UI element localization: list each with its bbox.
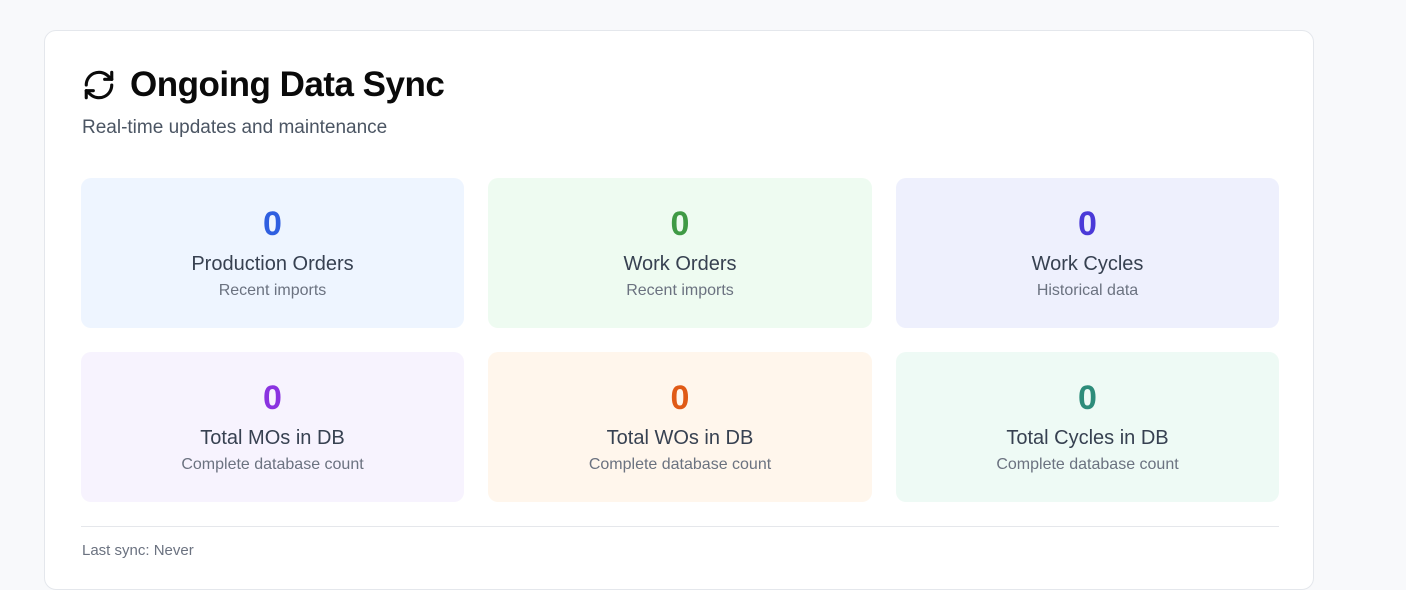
stat-label: Total WOs in DB (606, 427, 754, 449)
stat-tile-total-cycles: 0 Total Cycles in DB Complete database c… (896, 352, 1279, 502)
stat-value: 0 (263, 379, 282, 417)
card-header: Ongoing Data Sync Real-time updates and … (82, 65, 445, 139)
divider (81, 526, 1279, 527)
title-row: Ongoing Data Sync (82, 65, 445, 105)
stat-description: Complete database count (181, 456, 364, 473)
stat-description: Recent imports (218, 282, 327, 299)
stats-grid: 0 Production Orders Recent imports 0 Wor… (81, 178, 1279, 502)
stat-description: Complete database count (588, 456, 772, 473)
stat-tile-production-orders: 0 Production Orders Recent imports (81, 178, 464, 328)
stat-description: Historical data (1036, 282, 1139, 299)
stat-value: 0 (670, 205, 690, 243)
stat-label: Production Orders (191, 253, 354, 275)
stat-label: Work Orders (623, 253, 737, 275)
stat-label: Total MOs in DB (200, 427, 345, 449)
page-subtitle: Real-time updates and maintenance (82, 117, 388, 138)
data-sync-card: Ongoing Data Sync Real-time updates and … (44, 30, 1314, 590)
stat-tile-total-mos: 0 Total MOs in DB Complete database coun… (81, 352, 464, 502)
stat-value: 0 (1078, 379, 1097, 417)
stat-description: Complete database count (996, 456, 1179, 473)
stat-label: Total Cycles in DB (1006, 427, 1169, 449)
stat-value: 0 (670, 379, 690, 417)
stat-tile-total-wos: 0 Total WOs in DB Complete database coun… (488, 352, 872, 502)
stat-description: Recent imports (626, 282, 734, 299)
page-title: Ongoing Data Sync (130, 65, 445, 104)
refresh-icon (84, 70, 114, 100)
last-sync-status: Last sync: Never (82, 542, 194, 559)
stat-value: 0 (1078, 205, 1097, 243)
stat-value: 0 (263, 205, 282, 243)
stat-tile-work-cycles: 0 Work Cycles Historical data (896, 178, 1279, 328)
stat-tile-work-orders: 0 Work Orders Recent imports (488, 178, 872, 328)
stat-label: Work Cycles (1031, 253, 1144, 275)
